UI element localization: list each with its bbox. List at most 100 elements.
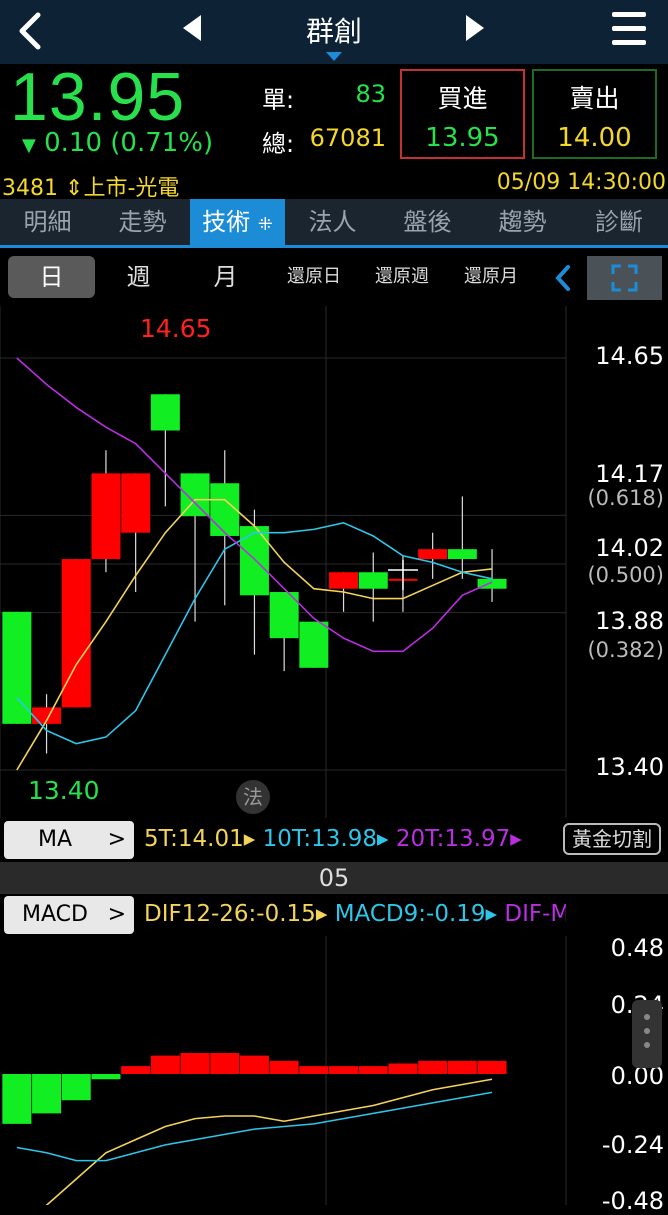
- candle-body: [418, 549, 448, 560]
- macd-bar: [91, 1074, 121, 1080]
- macd-bar: [239, 1055, 269, 1074]
- macd-bar: [388, 1063, 418, 1074]
- chevron-right-icon: >: [107, 902, 126, 927]
- tab-diagnosis[interactable]: 診斷: [570, 199, 668, 245]
- macd-axis-1: 0.48: [610, 934, 664, 962]
- institutional-badge[interactable]: 法: [236, 780, 270, 814]
- macd-bar: [150, 1055, 180, 1074]
- chart-low-label: 13.40: [28, 776, 100, 805]
- fullscreen-button[interactable]: [587, 256, 662, 300]
- candle-body: [121, 473, 151, 533]
- ma20-value: 20T:13.97: [395, 826, 511, 852]
- candlestick-chart[interactable]: [0, 306, 668, 818]
- last-price: 13.95: [10, 59, 186, 135]
- tab-detail[interactable]: 明細: [0, 199, 95, 245]
- dropdown-icon: [326, 52, 342, 61]
- single-label: 單:: [262, 86, 295, 114]
- macd-bar: [121, 1066, 151, 1074]
- scroll-left-icon[interactable]: [553, 264, 573, 292]
- macd-bar: [269, 1060, 299, 1074]
- buy-price: 13.95: [425, 123, 500, 153]
- tab-trend[interactable]: 走勢: [95, 199, 190, 245]
- quote-datetime: 05/09 14:30:00: [496, 170, 666, 195]
- macd-bar: [358, 1066, 388, 1074]
- total-label: 總:: [262, 130, 295, 158]
- buy-label: 買進: [437, 84, 488, 113]
- macd-bar: [329, 1066, 359, 1074]
- total-volume: 67081: [309, 124, 386, 152]
- fullscreen-icon: [611, 264, 638, 292]
- tab-after-hours[interactable]: 盤後: [380, 199, 475, 245]
- ma5-marker-icon: ▸: [243, 826, 256, 852]
- tab-institutional[interactable]: 法人: [285, 199, 380, 245]
- macd-bar: [447, 1060, 477, 1074]
- period-day[interactable]: 日: [8, 256, 95, 298]
- macd-bar: [61, 1074, 91, 1101]
- axis-price-2: 14.17: [595, 460, 664, 488]
- axis-ratio-618: (0.618): [587, 486, 664, 510]
- collapse-icon: ⁜: [257, 214, 273, 235]
- buy-button[interactable]: 買進 13.95: [400, 69, 525, 159]
- osc-value: DIF-M: [504, 901, 566, 927]
- candles-layer: [2, 394, 507, 754]
- macd-values: DIF12-26:-0.15▸ MACD9:-0.19▸ DIF-M: [144, 901, 566, 927]
- period-adj-week[interactable]: 還原週: [358, 256, 446, 298]
- candle-body: [180, 473, 210, 517]
- period-selector: 日 週 月 還原日 還原週 還原月: [0, 248, 668, 306]
- period-week[interactable]: 週: [95, 256, 182, 298]
- macd-bar: [2, 1074, 32, 1124]
- menu-icon[interactable]: [612, 12, 646, 46]
- period-adj-day[interactable]: 還原日: [270, 256, 358, 298]
- price-change: ▼ 0.10 (0.71%): [22, 128, 213, 158]
- ma-values: 5T:14.01▸ 10T:13.98▸ 20T:13.97▸: [144, 826, 564, 852]
- top-bar: 群創: [0, 0, 668, 64]
- axis-price-3: 14.02: [595, 534, 664, 562]
- sell-price: 14.00: [557, 123, 632, 153]
- macd9-value: MACD9:-0.19: [334, 901, 486, 927]
- ma-button-label: MA: [38, 827, 73, 852]
- macd-selector-button[interactable]: MACD >: [4, 896, 134, 934]
- tab-technical[interactable]: 技術 ⁜: [190, 199, 285, 245]
- sell-label: 賣出: [569, 84, 620, 113]
- price-change-text: 0.10 (0.71%): [44, 128, 214, 158]
- candle-body: [2, 611, 32, 724]
- axis-ratio-382: (0.382): [587, 638, 664, 662]
- ma10-marker-icon: ▸: [377, 826, 389, 852]
- macd-axis-4: -0.24: [601, 1131, 664, 1159]
- single-volume: 83: [355, 80, 386, 108]
- axis-price-4: 13.88: [595, 607, 664, 635]
- stock-code: 3481: [2, 176, 58, 201]
- period-month[interactable]: 月: [182, 256, 269, 298]
- function-tabs: 明細 走勢 技術 ⁜ 法人 盤後 趨勢 診斷: [0, 199, 668, 245]
- macd-button-label: MACD: [22, 902, 88, 927]
- macd-bar: [418, 1060, 448, 1074]
- ma20-marker-icon: ▸: [510, 826, 522, 852]
- period-adj-month[interactable]: 還原月: [446, 256, 536, 298]
- updown-icon: ⇕: [65, 176, 84, 201]
- macd-bar: [32, 1074, 62, 1114]
- stock-name[interactable]: 群創: [0, 10, 668, 50]
- next-stock-icon[interactable]: [466, 15, 484, 41]
- ma10-value: 10T:13.98: [262, 826, 377, 852]
- axis-price-5: 13.40: [595, 753, 664, 781]
- drag-handle[interactable]: [632, 1000, 662, 1068]
- candle-body: [299, 621, 329, 668]
- ma-selector-button[interactable]: MA >: [4, 821, 134, 859]
- dif-marker-icon: ▸: [315, 901, 328, 927]
- golden-section-button[interactable]: 黃金切割: [563, 823, 661, 855]
- tab-tendency[interactable]: 趨勢: [475, 199, 570, 245]
- dif-value: DIF12-26:-0.15: [144, 901, 316, 927]
- sell-button[interactable]: 賣出 14.00: [532, 69, 657, 159]
- macd-histogram: [2, 1053, 507, 1124]
- macd-bar: [299, 1066, 329, 1074]
- candle-body: [150, 394, 180, 431]
- date-axis-marker: 05: [0, 862, 668, 894]
- macd-chart[interactable]: [0, 936, 668, 1205]
- macd-bar: [477, 1060, 507, 1074]
- macd9-marker-icon: ▸: [485, 901, 498, 927]
- axis-ratio-500: (0.500): [587, 563, 664, 587]
- down-arrow-icon: ▼: [22, 135, 36, 156]
- chevron-right-icon: >: [107, 827, 126, 852]
- ma5-value: 5T:14.01: [144, 826, 244, 852]
- macd-bar: [180, 1053, 210, 1074]
